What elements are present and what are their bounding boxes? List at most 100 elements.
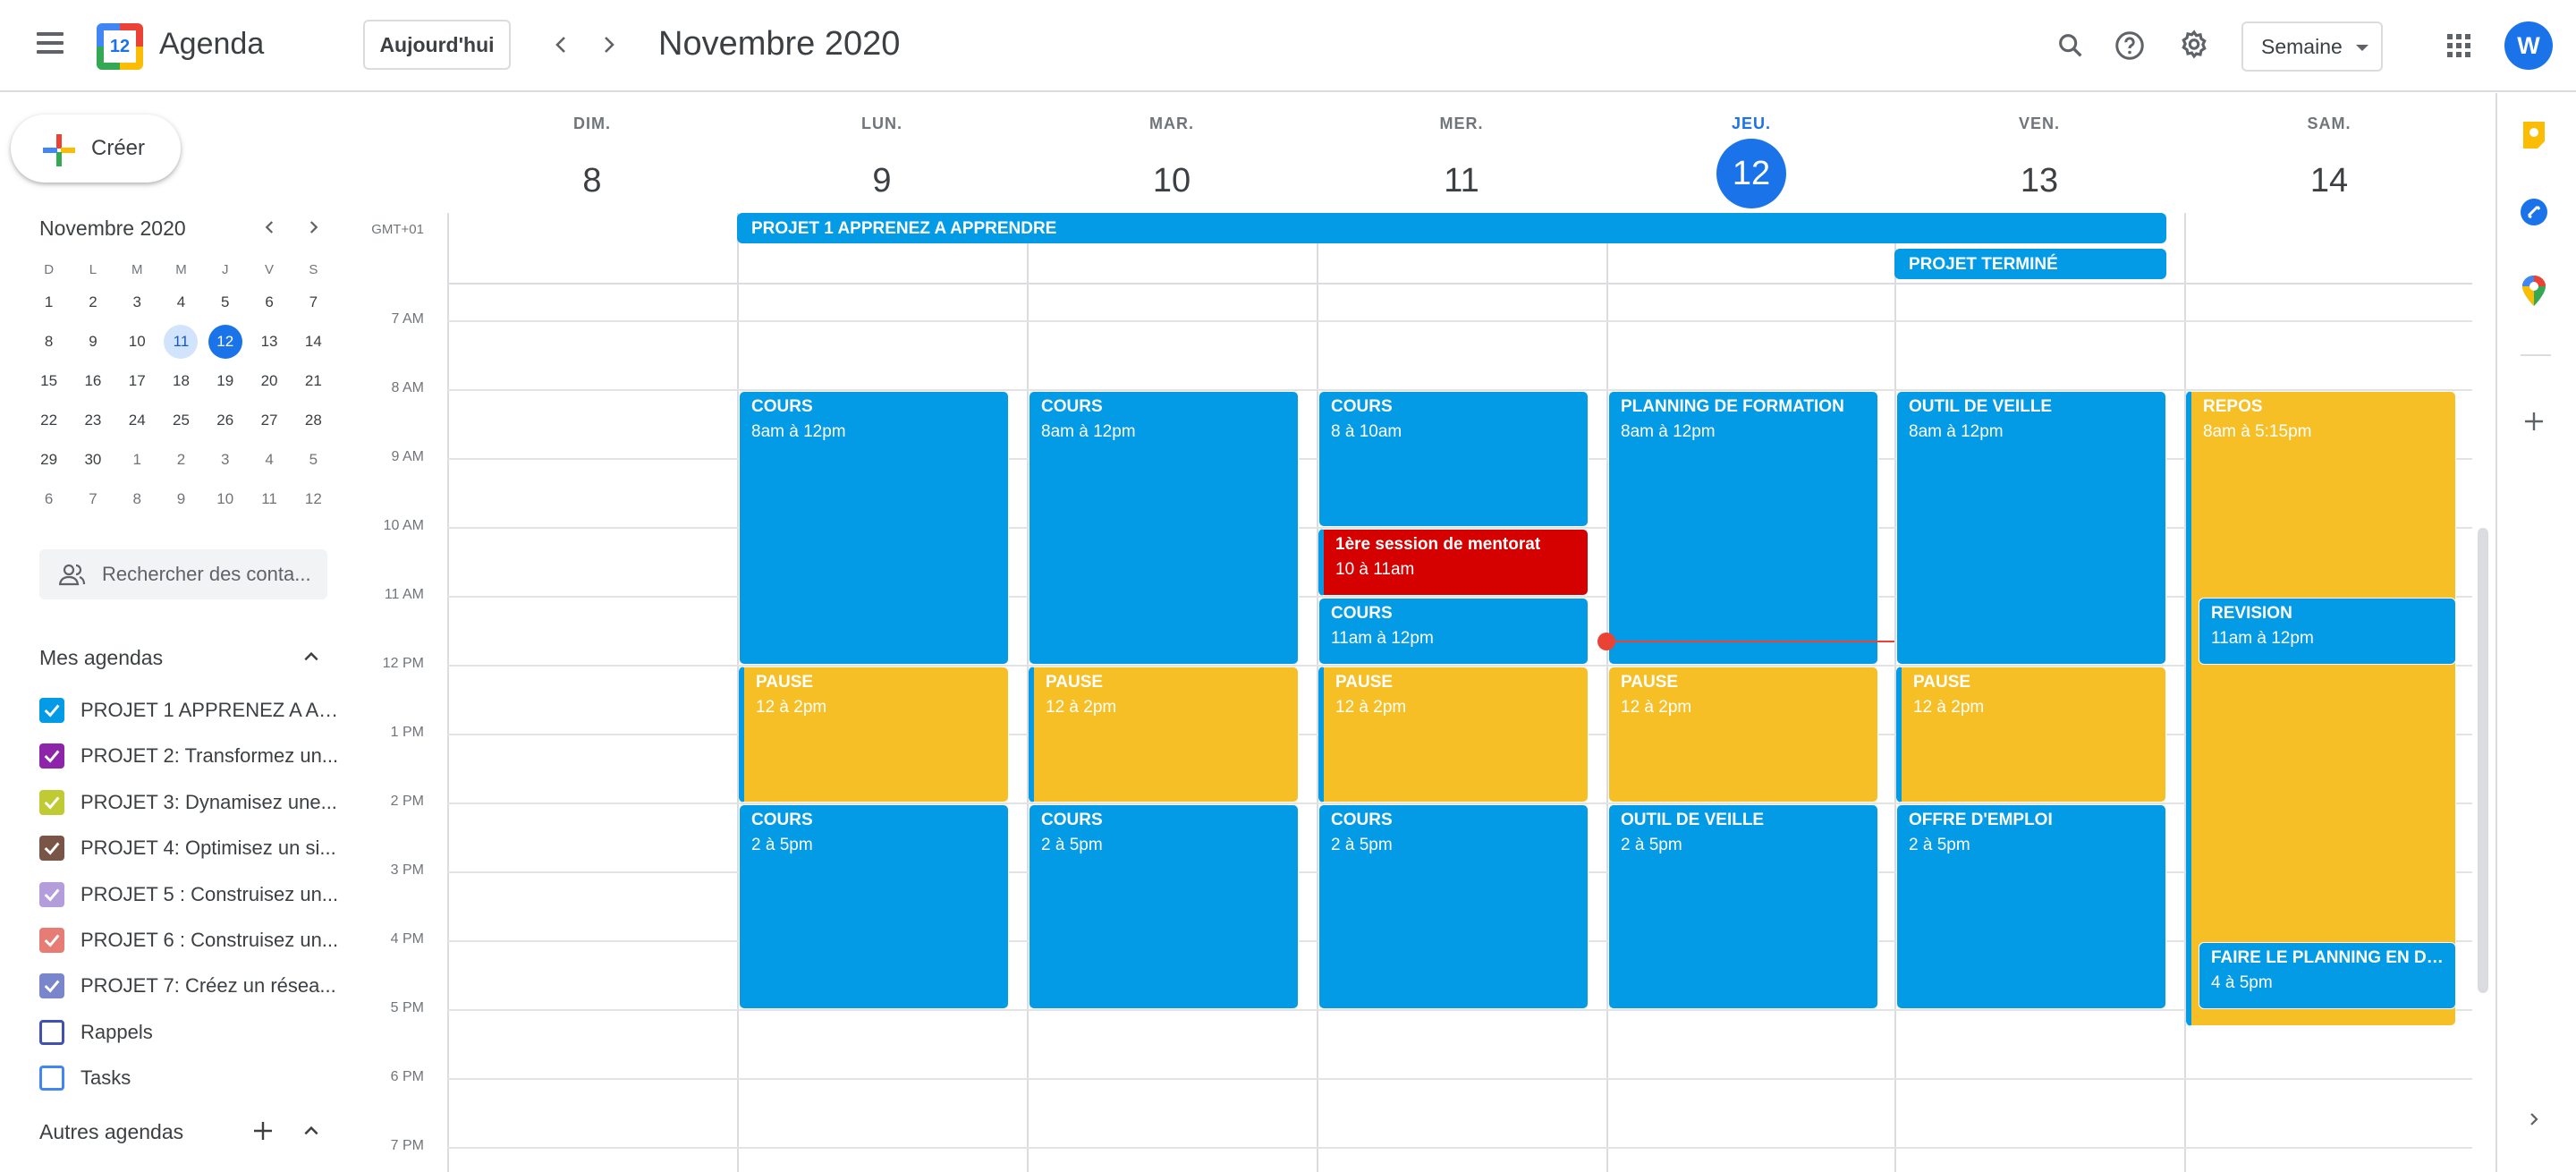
checkbox-checked-icon[interactable] [39,928,64,953]
checkbox-unchecked-icon[interactable] [39,1019,64,1045]
mini-calendar-day[interactable]: 21 [292,363,335,399]
mini-calendar-day[interactable]: 9 [159,481,203,517]
mini-calendar-day[interactable]: 7 [292,285,335,320]
view-selector[interactable]: Semaine [2241,21,2383,72]
day-header[interactable]: JEU. 12 [1606,115,1896,208]
calendar-event[interactable]: COURS 2 à 5pm [1029,804,1299,1009]
collapse-other-calendars-button[interactable] [295,1115,327,1147]
tasks-button[interactable] [2513,191,2555,233]
mini-calendar-day[interactable]: 11 [247,481,291,517]
mini-calendar-day[interactable]: 17 [115,363,159,399]
checkbox-checked-icon[interactable] [39,973,64,999]
day-number[interactable]: 14 [2294,146,2364,216]
my-calendars-header[interactable]: Mes agendas [39,646,163,670]
previous-week-button[interactable] [540,23,583,66]
mini-calendar-day[interactable]: 22 [27,403,71,438]
search-button[interactable] [2048,23,2093,68]
day-number[interactable]: 13 [2004,146,2074,216]
mini-calendar-day[interactable]: 16 [71,363,114,399]
mini-calendar-day[interactable]: 2 [71,285,114,320]
calendar-list-item[interactable]: PROJET 2: Transformez un... [39,738,340,774]
day-number[interactable]: 8 [557,146,627,216]
calendar-list-item[interactable]: PROJET 5 : Construisez un... [39,877,340,913]
checkbox-checked-icon[interactable] [39,836,64,862]
main-menu-button[interactable] [29,21,72,64]
day-number[interactable]: 9 [847,146,917,216]
google-apps-button[interactable] [2436,23,2481,68]
mini-calendar-day[interactable]: 8 [115,481,159,517]
checkbox-checked-icon[interactable] [39,881,64,907]
calendar-event[interactable]: REPOS 8am à 5:15pm [2186,391,2456,1027]
other-calendars-header[interactable]: Autres agendas [39,1120,183,1144]
allday-event[interactable]: PROJET TERMINÉ [1894,249,2166,279]
day-header[interactable]: MER. 11 [1317,115,1606,216]
calendar-event[interactable]: FAIRE LE PLANNING EN DETAIL 4 à 5pm [2199,942,2456,1009]
calendar-event[interactable]: COURS 2 à 5pm [739,804,1009,1009]
mini-calendar-day[interactable]: 8 [27,324,71,360]
mini-calendar-day[interactable]: 1 [115,442,159,478]
search-contacts-input[interactable]: Rechercher des conta... [39,549,327,599]
mini-prev-month-button[interactable] [254,211,286,243]
day-header[interactable]: VEN. 13 [1894,115,2184,216]
day-header[interactable]: MAR. 10 [1027,115,1317,216]
calendar-event[interactable]: PAUSE 12 à 2pm [739,667,1009,803]
calendar-event[interactable]: COURS 8 à 10am [1318,391,1589,527]
calendar-event[interactable]: COURS 11am à 12pm [1318,598,1589,665]
calendar-list-item[interactable]: Rappels [39,1015,340,1050]
mini-calendar-day[interactable]: 12 [292,481,335,517]
mini-calendar-day[interactable]: 4 [159,285,203,320]
calendar-event[interactable]: OUTIL DE VEILLE 8am à 12pm [1896,391,2166,665]
calendar-logo-icon[interactable]: 12 [97,23,143,70]
next-week-button[interactable] [587,23,630,66]
mini-calendar-day[interactable]: 25 [159,403,203,438]
account-avatar[interactable]: W [2504,21,2553,70]
create-button[interactable]: Créer [11,115,181,183]
calendar-event[interactable]: PAUSE 12 à 2pm [1029,667,1299,803]
day-header[interactable]: LUN. 9 [737,115,1027,216]
mini-calendar-day[interactable]: 29 [27,442,71,478]
mini-calendar-day[interactable]: 3 [115,285,159,320]
mini-calendar-day[interactable]: 9 [71,324,114,360]
expand-side-panel-button[interactable] [2513,1099,2555,1140]
mini-calendar-day[interactable]: 26 [203,403,247,438]
calendar-event[interactable]: COURS 8am à 12pm [739,391,1009,665]
allday-event[interactable]: PROJET 1 APPRENEZ A APPRENDRE [737,213,2166,243]
calendar-list-item[interactable]: Tasks [39,1060,340,1096]
day-number[interactable]: 10 [1137,146,1207,216]
mini-calendar-day[interactable]: 6 [27,481,71,517]
checkbox-checked-icon[interactable] [39,743,64,769]
mini-calendar-day[interactable]: 13 [247,324,291,360]
mini-calendar-day[interactable]: 10 [115,324,159,360]
calendar-list-item[interactable]: PROJET 4: Optimisez un si... [39,830,340,866]
app-title[interactable]: Agenda [159,27,264,62]
mini-calendar-day[interactable]: 6 [247,285,291,320]
calendar-event[interactable]: COURS 2 à 5pm [1318,804,1589,1009]
day-number[interactable]: 11 [1427,146,1496,216]
calendar-event[interactable]: PAUSE 12 à 2pm [1318,667,1589,803]
mini-calendar-day[interactable]: 18 [159,363,203,399]
calendar-event[interactable]: PLANNING DE FORMATION 8am à 12pm [1608,391,1878,665]
calendar-event[interactable]: 1ère session de mentorat 10 à 11am [1318,529,1589,596]
maps-button[interactable] [2513,270,2555,311]
settings-button[interactable] [2172,23,2216,68]
mini-calendar-day[interactable]: 24 [115,403,159,438]
calendar-event[interactable]: REVISION 11am à 12pm [2199,598,2456,665]
mini-calendar-day[interactable]: 30 [71,442,114,478]
mini-calendar-day[interactable]: 10 [203,481,247,517]
day-header[interactable]: SAM. 14 [2184,115,2474,216]
today-button[interactable]: Aujourd'hui [363,20,511,70]
calendar-event[interactable]: COURS 8am à 12pm [1029,391,1299,665]
mini-next-month-button[interactable] [297,211,329,243]
calendar-event[interactable]: PAUSE 12 à 2pm [1896,667,2166,803]
mini-calendar-day[interactable]: 7 [71,481,114,517]
day-number[interactable]: 12 [1716,139,1786,208]
grid-scrollbar[interactable] [2478,528,2488,993]
get-addons-button[interactable] [2513,401,2555,442]
calendar-event[interactable]: OUTIL DE VEILLE 2 à 5pm [1608,804,1878,1009]
add-other-calendar-button[interactable] [247,1115,279,1147]
calendar-list-item[interactable]: PROJET 7: Créez un résea... [39,968,340,1004]
mini-calendar-day[interactable]: 14 [292,324,335,360]
mini-calendar-day[interactable]: 5 [292,442,335,478]
checkbox-unchecked-icon[interactable] [39,1066,64,1091]
keep-button[interactable] [2513,115,2555,156]
